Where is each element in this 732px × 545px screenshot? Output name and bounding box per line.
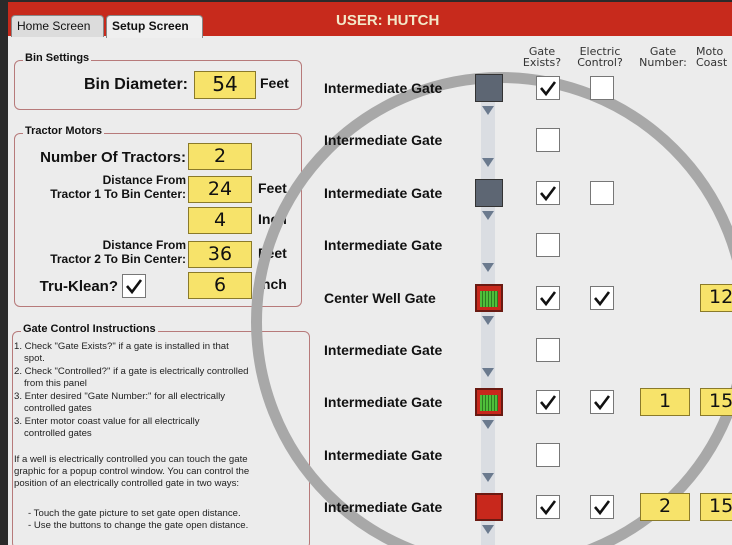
down-arrow-icon: [482, 106, 494, 115]
motor-coast-input[interactable]: 15: [700, 493, 732, 522]
gate-label: Intermediate Gate: [324, 184, 443, 201]
tab-home-screen[interactable]: Home Screen: [11, 15, 104, 37]
tractor-motors-title: Tractor Motors: [23, 125, 105, 137]
tru-klean-label: Tru-Klean?: [39, 278, 118, 295]
instruction-note-1: If a well is electrically controlled you…: [14, 454, 248, 465]
instruction-step-4a: 3. Enter motor coast value for all elect…: [14, 416, 200, 427]
electric-control-header-line2: Control?: [577, 56, 623, 69]
tractor2-distance-label-line2: Tractor 2 To Bin Center:: [50, 252, 186, 266]
checkmark-icon: [126, 279, 143, 295]
bin-settings-title: Bin Settings: [23, 52, 92, 64]
gate-instructions-title: Gate Control Instructions: [21, 323, 158, 335]
down-arrow-icon: [482, 158, 494, 168]
gate-label: Intermediate Gate: [324, 132, 443, 149]
gate-graphic-button[interactable]: [475, 388, 503, 417]
tractor2-feet-input[interactable]: 36: [188, 241, 252, 268]
down-arrow-icon: [482, 525, 494, 535]
electric-control-checkbox[interactable]: [590, 76, 614, 100]
gate-label: Intermediate Gate: [324, 446, 443, 463]
tab-setup-screen[interactable]: Setup Screen: [106, 15, 203, 38]
checkmark-icon: [540, 290, 557, 306]
gate-graphic-button: [475, 178, 503, 207]
motor-coast-header: Moto Coast: [696, 46, 732, 68]
gate-number-input[interactable]: 1: [640, 388, 690, 417]
down-arrow-icon: [482, 368, 494, 377]
tru-klean-inch-input[interactable]: 6: [188, 272, 252, 299]
user-label: USER: HUTCH: [336, 12, 440, 29]
gate-number-header: Gate Number:: [634, 46, 692, 68]
gate-exists-checkbox[interactable]: [536, 128, 560, 153]
motor-coast-header-line2: Coast: [696, 56, 728, 69]
gate-number-header-line2: Number:: [639, 56, 687, 69]
checkmark-icon: [540, 395, 557, 411]
tractor1-feet-input[interactable]: 24: [188, 176, 252, 203]
number-of-tractors-input[interactable]: 2: [188, 143, 252, 170]
gate-exists-checkbox[interactable]: [536, 390, 560, 415]
motor-coast-input[interactable]: 12: [700, 283, 732, 312]
electric-control-header: Electric Control?: [568, 46, 632, 68]
gate-exists-checkbox[interactable]: [536, 76, 560, 100]
gate-label: Intermediate Gate: [324, 499, 443, 516]
gate-graphic-button: [475, 74, 503, 102]
down-arrow-icon: [482, 472, 494, 482]
gate-exists-checkbox[interactable]: [536, 442, 560, 467]
gate-label: Intermediate Gate: [324, 80, 443, 96]
electric-control-checkbox[interactable]: [590, 390, 614, 415]
checkmark-icon: [540, 500, 557, 516]
electric-control-checkbox[interactable]: [590, 285, 614, 310]
tractor1-distance-label-line1: Distance From: [102, 173, 186, 187]
instruction-bullet-1: - Touch the gate picture to set gate ope…: [28, 508, 241, 519]
gate-exists-checkbox[interactable]: [536, 338, 560, 362]
bin-diameter-input[interactable]: 54: [194, 71, 256, 99]
tractor1-inch-input[interactable]: 4: [188, 207, 252, 234]
tractor1-feet-unit: Feet: [258, 180, 287, 196]
down-arrow-icon: [482, 210, 494, 220]
instruction-note-3: position of an electrically controlled g…: [14, 478, 240, 489]
bin-diameter-unit: Feet: [260, 75, 289, 91]
electric-control-checkbox[interactable]: [590, 495, 614, 520]
checkmark-icon: [540, 81, 557, 97]
instruction-note-2: graphic for a popup control window. You …: [14, 466, 250, 477]
gate-exists-checkbox[interactable]: [536, 285, 560, 310]
gate-graphic-button[interactable]: [475, 283, 503, 312]
down-arrow-icon: [482, 315, 494, 325]
tractor2-distance-label-line1: Distance From: [102, 238, 186, 252]
gate-open-indicator: [480, 290, 498, 307]
electric-control-checkbox[interactable]: [590, 180, 614, 205]
gate-exists-checkbox[interactable]: [536, 233, 560, 258]
bin-diameter-label: Bin Diameter:: [83, 76, 188, 93]
setup-screen: Home Screen Setup Screen USER: HUTCH Bin…: [8, 2, 732, 545]
tractor1-distance-label-line2: Tractor 1 To Bin Center:: [50, 187, 186, 201]
gate-number-input[interactable]: 2: [640, 493, 690, 522]
gate-label: Center Well Gate: [324, 289, 436, 306]
gate-label: Intermediate Gate: [324, 237, 443, 254]
instruction-bullet-2: - Use the buttons to change the gate ope…: [28, 520, 249, 531]
gate-open-indicator: [480, 395, 498, 412]
checkmark-icon: [594, 290, 611, 306]
motor-coast-input[interactable]: 15: [700, 388, 732, 417]
gate-graphic-button[interactable]: [475, 493, 503, 522]
gate-exists-checkbox[interactable]: [536, 180, 560, 205]
gate-exists-header-line2: Exists?: [522, 56, 562, 69]
checkmark-icon: [594, 500, 611, 516]
down-arrow-icon: [482, 263, 494, 273]
tru-klean-checkbox[interactable]: [122, 274, 146, 298]
gate-exists-header: Gate Exists?: [514, 46, 570, 68]
title-bar: Home Screen Setup Screen USER: HUTCH: [8, 2, 732, 38]
down-arrow-icon: [482, 420, 494, 430]
gate-label: Intermediate Gate: [324, 394, 443, 411]
gate-label: Intermediate Gate: [324, 342, 443, 358]
number-of-tractors-label: Number Of Tractors:: [40, 149, 186, 166]
checkmark-icon: [540, 186, 557, 201]
checkmark-icon: [594, 395, 611, 411]
gate-exists-checkbox[interactable]: [536, 495, 560, 520]
